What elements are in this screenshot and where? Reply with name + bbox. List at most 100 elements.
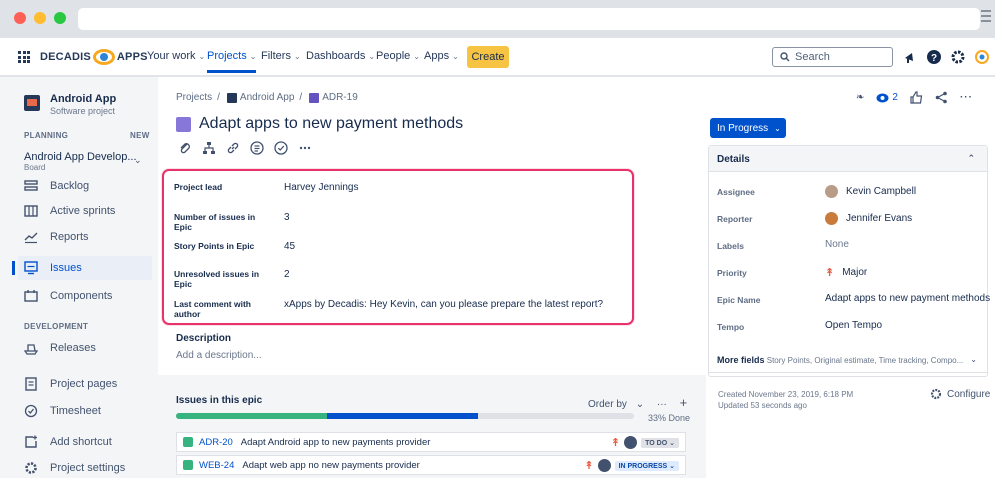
breadcrumb-project[interactable]: Android App bbox=[240, 92, 295, 103]
content-list-icon[interactable] bbox=[250, 141, 264, 155]
unassigned-avatar-icon[interactable] bbox=[624, 436, 638, 449]
open-tempo-link[interactable]: Open Tempo bbox=[825, 320, 882, 331]
logo-text-left: DECADIS bbox=[40, 51, 91, 63]
sidebar-item-backlog[interactable]: Backlog bbox=[24, 174, 150, 198]
priority-value[interactable]: ↟ Major bbox=[825, 266, 867, 279]
share-icon[interactable] bbox=[935, 91, 948, 104]
issue-title-row: Adapt apps to new payment methods bbox=[176, 115, 463, 133]
checklist-check-icon[interactable] bbox=[274, 141, 288, 155]
notifications-megaphone-icon[interactable] bbox=[902, 49, 918, 65]
nav-your-work[interactable]: Your work ⌄ bbox=[147, 50, 205, 62]
active-sprints-board-icon bbox=[24, 205, 38, 217]
attach-paperclip-icon[interactable] bbox=[178, 141, 192, 155]
board-sub-label: Board bbox=[24, 163, 46, 172]
chevron-down-icon: ⌄ bbox=[635, 399, 645, 410]
issue-key-link[interactable]: WEB-24 bbox=[199, 460, 234, 471]
details-panel: Details ⌃ Assignee Kevin Campbell Report… bbox=[708, 145, 990, 377]
reports-chart-icon bbox=[24, 232, 38, 244]
address-bar[interactable] bbox=[78, 8, 980, 30]
project-sidebar: Android App Software project PLANNING NE… bbox=[0, 77, 158, 478]
thumbs-up-icon[interactable] bbox=[910, 91, 923, 104]
nav-dashboards[interactable]: Dashboards ⌄ bbox=[306, 50, 375, 62]
app-switcher-icon[interactable] bbox=[18, 51, 30, 63]
detail-tempo: Tempo Open Tempo bbox=[717, 320, 883, 332]
nav-projects[interactable]: Projects ⌄ bbox=[207, 50, 257, 73]
project-type: Software project bbox=[50, 106, 116, 116]
project-avatar-icon bbox=[24, 95, 40, 111]
issue-summary[interactable]: Adapt Android app to new payments provid… bbox=[241, 437, 431, 448]
nav-people[interactable]: People ⌄ bbox=[376, 50, 420, 62]
list-item[interactable]: WEB-24 Adapt web app no new payments pro… bbox=[176, 455, 686, 475]
breadcrumb-issue-key[interactable]: ADR-19 bbox=[322, 92, 358, 103]
field-label: Last comment with author bbox=[174, 299, 251, 319]
sidebar-item-project-settings[interactable]: Project settings bbox=[24, 456, 150, 478]
detail-assignee: Assignee Kevin Campbell bbox=[717, 185, 917, 198]
epic-name-value[interactable]: Adapt apps to new payment methods bbox=[825, 293, 990, 304]
field-value: 3 bbox=[284, 212, 290, 223]
nav-filters[interactable]: Filters ⌄ bbox=[261, 50, 301, 62]
sidebar-item-reports[interactable]: Reports bbox=[24, 225, 150, 249]
board-selector[interactable]: Android App Develop... Board ⌄ bbox=[24, 151, 142, 172]
more-actions-icon[interactable]: ··· bbox=[960, 92, 973, 103]
issues-icon bbox=[24, 261, 38, 275]
field-label: Unresolved issues in Epic bbox=[174, 269, 260, 289]
unassigned-avatar-icon[interactable] bbox=[597, 459, 611, 472]
sidebar-item-timesheet[interactable]: Timesheet bbox=[24, 399, 150, 423]
watch-button[interactable]: 2 bbox=[876, 92, 898, 103]
labels-value[interactable]: None bbox=[825, 239, 849, 250]
field-value[interactable]: Harvey Jennings bbox=[284, 182, 358, 193]
nav-apps[interactable]: Apps ⌄ bbox=[424, 50, 459, 62]
backlog-icon bbox=[24, 180, 38, 191]
breadcrumb-projects[interactable]: Projects bbox=[176, 92, 212, 103]
sidebar-item-releases[interactable]: Releases bbox=[24, 336, 150, 360]
link-issue-icon[interactable] bbox=[226, 141, 240, 155]
sidebar-item-issues[interactable]: Issues bbox=[18, 256, 152, 280]
child-issues-hierarchy-icon[interactable] bbox=[202, 141, 216, 155]
chevron-up-icon: ⌃ bbox=[967, 153, 975, 163]
help-icon[interactable]: ? bbox=[926, 49, 942, 65]
list-item[interactable]: ADR-20 Adapt Android app to new payments… bbox=[176, 432, 686, 452]
assignee-value[interactable]: Kevin Campbell bbox=[825, 185, 916, 198]
maximize-window-button[interactable] bbox=[54, 12, 66, 24]
sidebar-item-project-pages[interactable]: Project pages bbox=[24, 372, 150, 396]
priority-major-icon: ↟ bbox=[825, 267, 835, 279]
description-input[interactable]: Add a description... bbox=[176, 350, 262, 361]
minimize-window-button[interactable] bbox=[34, 12, 46, 24]
search-icon bbox=[780, 52, 790, 62]
sidebar-item-active-sprints[interactable]: Active sprints bbox=[24, 199, 150, 223]
settings-gear-icon[interactable] bbox=[950, 49, 966, 65]
create-button[interactable]: Create bbox=[467, 46, 509, 68]
chevron-down-icon: ⌄ bbox=[970, 355, 977, 364]
more-fields-toggle[interactable]: More fields Story Points, Original estim… bbox=[708, 347, 988, 373]
avatar bbox=[825, 212, 838, 225]
sidebar-item-components[interactable]: Components bbox=[24, 284, 150, 308]
field-label: Story Points in Epic bbox=[174, 241, 255, 251]
decadis-logo[interactable]: DECADIS APPS bbox=[40, 49, 148, 65]
logo-ring-icon bbox=[92, 49, 115, 65]
priority-highest-icon: ↟ bbox=[610, 437, 621, 449]
status-dropdown[interactable]: IN PROGRESS ⌄ bbox=[614, 460, 679, 471]
issue-key-link[interactable]: ADR-20 bbox=[199, 437, 233, 448]
order-by-control[interactable]: Order by ⌄ ··· + bbox=[588, 395, 687, 410]
more-actions-icon[interactable] bbox=[298, 141, 312, 155]
close-window-button[interactable] bbox=[14, 12, 26, 24]
issue-summary[interactable]: Adapt web app no new payments provider bbox=[242, 460, 419, 471]
search-input[interactable]: Search bbox=[772, 47, 893, 67]
field-label: Project lead bbox=[174, 182, 223, 192]
details-header[interactable]: Details ⌃ bbox=[709, 146, 987, 172]
field-value: 45 bbox=[284, 241, 296, 252]
chevron-down-icon: ⌄ bbox=[774, 123, 781, 133]
settings-gear-icon bbox=[25, 462, 37, 474]
svg-text:?: ? bbox=[931, 53, 937, 64]
feedback-megaphone-icon[interactable]: ❧ bbox=[856, 92, 864, 103]
issue-title[interactable]: Adapt apps to new payment methods bbox=[199, 115, 463, 133]
status-dropdown[interactable]: TO DO ⌄ bbox=[641, 437, 679, 448]
updated-timestamp: Updated 53 seconds ago bbox=[718, 401, 807, 410]
hamburger-menu-icon[interactable] bbox=[981, 10, 991, 24]
profile-avatar-icon[interactable] bbox=[974, 49, 990, 65]
configure-button[interactable]: Configure bbox=[930, 388, 990, 400]
watch-count: 2 bbox=[892, 92, 898, 103]
reporter-value[interactable]: Jennifer Evans bbox=[825, 212, 912, 225]
status-transition-button[interactable]: In Progress ⌄ bbox=[710, 118, 786, 138]
sidebar-item-add-shortcut[interactable]: Add shortcut bbox=[24, 430, 150, 454]
